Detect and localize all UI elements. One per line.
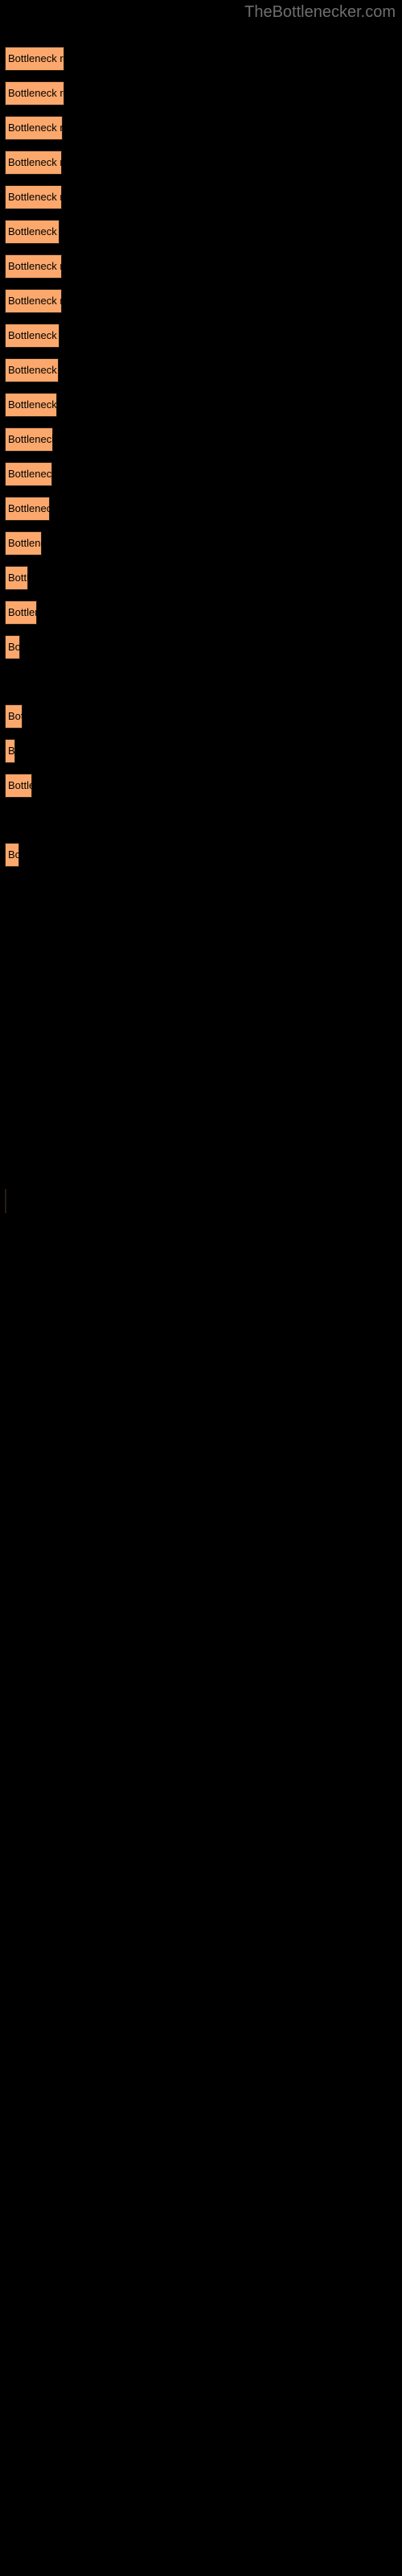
bar[interactable] — [5, 704, 23, 729]
bar[interactable] — [5, 427, 53, 452]
bar[interactable] — [5, 116, 63, 140]
bar[interactable] — [5, 358, 59, 382]
bar[interactable] — [5, 393, 57, 417]
bar[interactable] — [5, 254, 62, 279]
bar[interactable] — [5, 497, 50, 521]
bar[interactable] — [5, 635, 20, 659]
bar[interactable] — [5, 774, 32, 798]
bar[interactable] — [5, 220, 59, 244]
bar[interactable] — [5, 324, 59, 348]
bar[interactable] — [5, 566, 28, 590]
bar[interactable] — [5, 289, 62, 313]
bar[interactable] — [5, 601, 37, 625]
bar[interactable] — [5, 185, 62, 209]
bar[interactable] — [5, 47, 64, 71]
horizontal-bar-plot: Bottleneck resultBottleneck resultBottle… — [0, 0, 402, 2576]
bottleneck-chart-page: TheBottlenecker.com Bottleneck resultBot… — [0, 0, 402, 2576]
bar[interactable] — [5, 151, 62, 175]
bar[interactable] — [5, 739, 15, 763]
bar[interactable] — [5, 462, 52, 486]
bar[interactable] — [5, 1189, 6, 1213]
bar[interactable] — [5, 531, 42, 555]
bar[interactable] — [5, 843, 19, 867]
bar[interactable] — [5, 81, 64, 105]
